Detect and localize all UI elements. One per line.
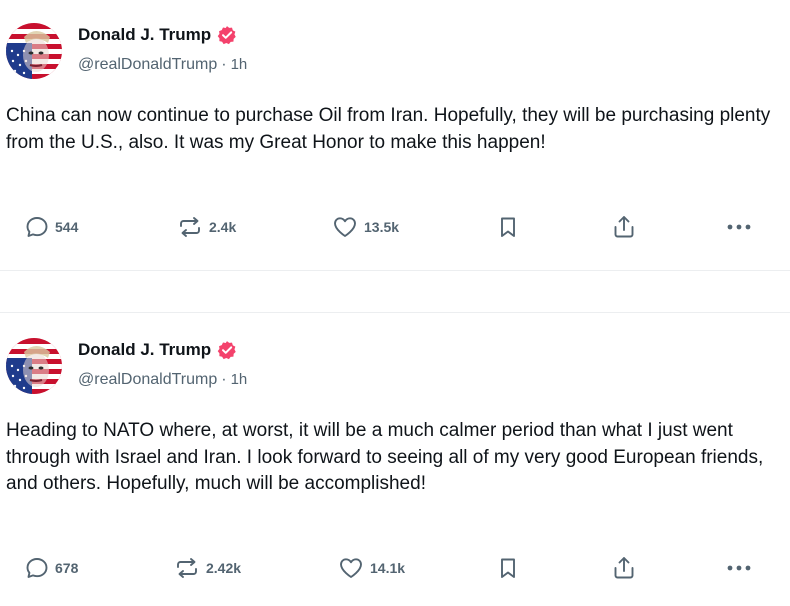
repost-button[interactable]: 2.42k — [174, 552, 241, 584]
author-handle[interactable]: @realDonaldTrump — [78, 56, 217, 73]
more-options-button[interactable] — [726, 552, 752, 584]
more-icon — [726, 223, 752, 231]
post-text: China can now continue to purchase Oil f… — [6, 105, 771, 153]
reply-icon — [25, 556, 49, 580]
bookmark-button[interactable] — [497, 211, 519, 243]
heart-icon — [338, 556, 364, 580]
reply-button[interactable]: 544 — [25, 211, 78, 243]
verified-badge-icon — [217, 25, 237, 45]
like-count: 13.5k — [364, 219, 400, 235]
post-divider — [0, 270, 790, 271]
repost-count: 2.4k — [209, 219, 237, 235]
avatar[interactable] — [6, 23, 62, 79]
share-icon — [611, 555, 637, 581]
feed: Donald J. Trump @realDonaldTrump · 1h Chin… — [0, 0, 790, 606]
like-count: 14.1k — [370, 560, 406, 576]
post-timestamp[interactable]: 1h — [231, 56, 248, 73]
repost-icon — [174, 556, 200, 580]
avatar[interactable] — [6, 338, 62, 394]
like-button[interactable]: 14.1k — [338, 552, 405, 584]
more-icon — [726, 564, 752, 572]
share-icon — [611, 214, 637, 240]
meta-separator: · — [221, 56, 227, 73]
repost-icon — [177, 215, 203, 239]
author-handle[interactable]: @realDonaldTrump — [78, 371, 217, 388]
share-button[interactable] — [611, 552, 637, 584]
bookmark-button[interactable] — [497, 552, 519, 584]
avatar-image — [6, 338, 62, 394]
bookmark-icon — [497, 215, 519, 239]
reply-button[interactable]: 678 — [25, 552, 78, 584]
post-text: Heading to NATO where, at worst, it will… — [6, 420, 764, 494]
action-bar: 678 2.42k 14.1k — [0, 552, 790, 584]
author-name-row: Donald J. Trump — [78, 23, 237, 47]
author-handle-row: @realDonaldTrump · 1h — [78, 371, 247, 389]
author-handle-row: @realDonaldTrump · 1h — [78, 56, 247, 74]
bookmark-icon — [497, 556, 519, 580]
meta-separator: · — [221, 371, 227, 388]
reply-icon — [25, 215, 49, 239]
like-button[interactable]: 13.5k — [332, 211, 399, 243]
heart-icon — [332, 215, 358, 239]
post-divider — [0, 312, 790, 313]
reply-count: 544 — [55, 219, 79, 235]
avatar-image — [6, 23, 62, 79]
share-button[interactable] — [611, 211, 637, 243]
verified-badge-icon — [217, 340, 237, 360]
reply-count: 678 — [55, 560, 79, 576]
author-display-name[interactable]: Donald J. Trump — [78, 25, 211, 45]
repost-count: 2.42k — [206, 560, 242, 576]
post-timestamp[interactable]: 1h — [231, 371, 248, 388]
more-options-button[interactable] — [726, 211, 752, 243]
action-bar: 544 2.4k 13.5k — [0, 211, 790, 243]
repost-button[interactable]: 2.4k — [177, 211, 236, 243]
author-name-row: Donald J. Trump — [78, 338, 237, 362]
author-display-name[interactable]: Donald J. Trump — [78, 340, 211, 360]
